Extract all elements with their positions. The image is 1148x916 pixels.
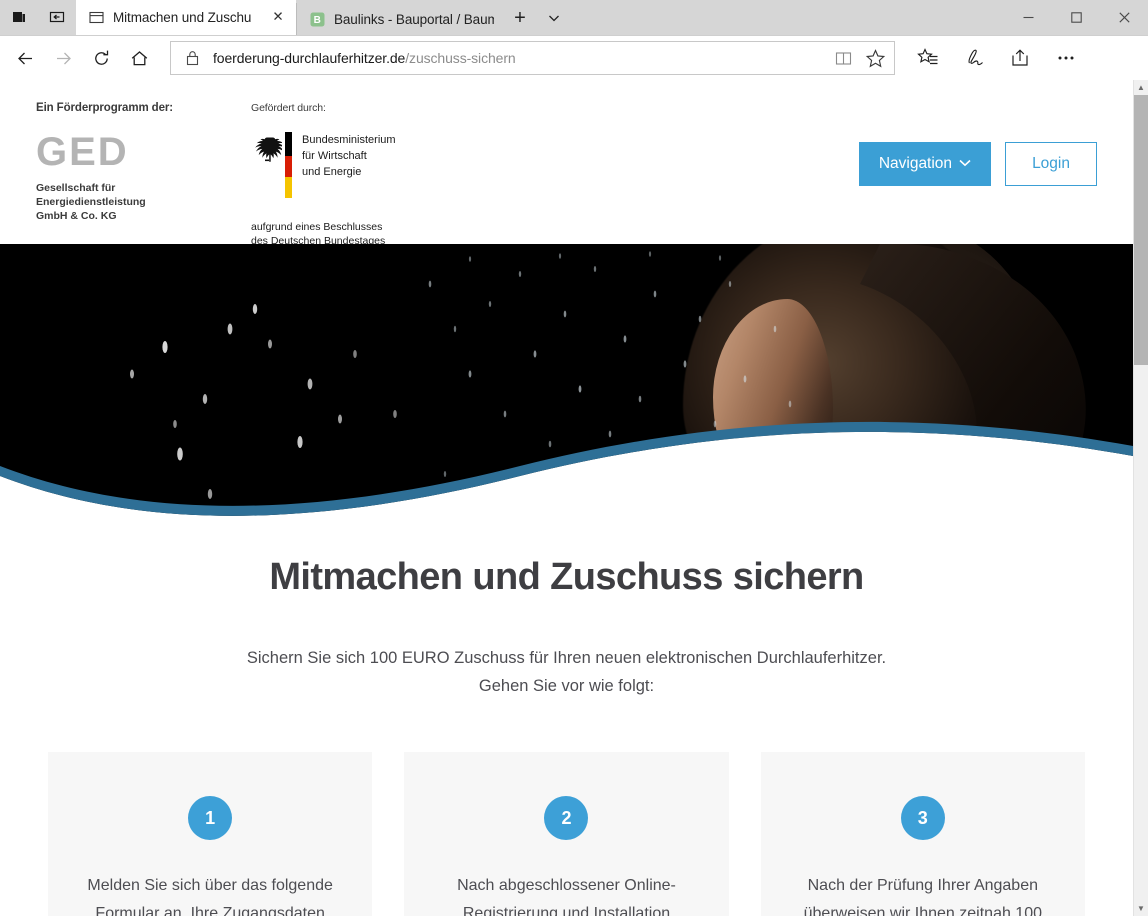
- steps-container: 1 Melden Sie sich über das folgende Form…: [0, 752, 1133, 916]
- favorites-hub-icon[interactable]: [905, 39, 951, 77]
- german-flag-bar-icon: [285, 132, 292, 199]
- ministry-name: Bundesministerium für Wirtschaft und Ene…: [302, 132, 396, 180]
- minimize-button[interactable]: [1004, 0, 1052, 35]
- step-number-badge: 3: [900, 796, 945, 841]
- home-button[interactable]: [120, 39, 158, 77]
- star-icon[interactable]: [864, 47, 886, 69]
- url-domain: foerderung-durchlauferhitzer.de: [213, 50, 406, 67]
- page-viewport: Ein Förderprogramm der: GED Gesellschaft…: [0, 80, 1148, 916]
- ged-logo[interactable]: GED: [36, 132, 251, 172]
- step-number-badge: 1: [188, 796, 233, 841]
- forward-button[interactable]: [44, 39, 82, 77]
- browser-tab-baulinks[interactable]: B Baulinks - Bauportal / Baum: [296, 3, 503, 35]
- funding-eyebrow: Gefördert durch:: [251, 102, 326, 115]
- bundesadler-icon: [251, 132, 283, 168]
- ministry-line: Bundesministerium: [302, 134, 396, 147]
- window-icon: [88, 9, 104, 25]
- brand-subtitle-line: Gesellschaft für: [36, 182, 116, 195]
- lede-line-1: Sichern Sie sich 100 EURO Zuschuss für I…: [246, 648, 887, 667]
- address-bar[interactable]: foerderung-durchlauferhitzer.de/zuschuss…: [170, 41, 895, 76]
- lock-icon: [181, 47, 203, 69]
- hero-banner: [0, 244, 1133, 535]
- web-page: Ein Förderprogramm der: GED Gesellschaft…: [0, 80, 1133, 916]
- new-tab-button[interactable]: +: [503, 1, 537, 35]
- bmwi-logo[interactable]: Bundesministerium für Wirtschaft und Ene…: [251, 132, 451, 199]
- site-header: Ein Förderprogramm der: GED Gesellschaft…: [0, 80, 1133, 247]
- scroll-down-arrow[interactable]: ▼: [1134, 901, 1148, 916]
- browser-window: Mitmachen und Zuschu ✕ B Baulinks - Baup…: [0, 0, 1148, 916]
- brand-subtitle-line: Energiedienstleistung: [36, 196, 146, 209]
- chevron-down-icon[interactable]: [537, 1, 571, 35]
- back-button[interactable]: [6, 39, 44, 77]
- step-text: Nach abgeschlossener Online-Registrierun…: [457, 877, 676, 916]
- browser-tab-active[interactable]: Mitmachen und Zuschu ✕: [76, 0, 296, 35]
- funding-column: Gefördert durch: Bundesministerium für W…: [251, 98, 451, 248]
- close-icon[interactable]: ✕: [269, 8, 287, 26]
- chevron-down-icon: [959, 159, 971, 170]
- step-card: 1 Melden Sie sich über das folgende Form…: [48, 752, 373, 916]
- ministry-line: und Energie: [302, 165, 362, 178]
- step-card: 2 Nach abgeschlossener Online-Registrier…: [404, 752, 729, 916]
- close-button[interactable]: [1100, 0, 1148, 35]
- page-lede: Sichern Sie sich 100 EURO Zuschuss für I…: [0, 645, 1133, 700]
- show-tabs-aside-icon[interactable]: [0, 0, 38, 35]
- step-text: Nach der Prüfung Ihrer Angaben überweise…: [803, 877, 1042, 916]
- web-note-pen-icon[interactable]: [951, 39, 997, 77]
- navigation-button[interactable]: Navigation: [858, 142, 992, 187]
- header-actions: Navigation Login: [858, 98, 1097, 187]
- tab-strip: Mitmachen und Zuschu ✕ B Baulinks - Baup…: [0, 0, 1148, 36]
- baulinks-b-icon: B: [309, 11, 325, 27]
- main-content: Mitmachen und Zuschuss sichern Sichern S…: [0, 534, 1133, 916]
- step-card: 3 Nach der Prüfung Ihrer Angaben überwei…: [760, 752, 1085, 916]
- book-icon[interactable]: [832, 47, 854, 69]
- step-number-badge: 2: [544, 796, 589, 841]
- navigation-button-label: Navigation: [878, 155, 953, 173]
- tab-title: Mitmachen und Zuschu: [113, 9, 252, 25]
- svg-text:B: B: [313, 15, 320, 26]
- tabs-set-aside-icon[interactable]: [38, 0, 76, 35]
- login-button[interactable]: Login: [1005, 142, 1097, 187]
- share-icon[interactable]: [997, 39, 1043, 77]
- page-title: Mitmachen und Zuschuss sichern: [269, 556, 864, 599]
- funding-footnote-line: aufgrund eines Beschlusses: [251, 221, 383, 234]
- brand-subtitle: Gesellschaft für Energiedienstleistung G…: [36, 182, 251, 224]
- refresh-button[interactable]: [82, 39, 120, 77]
- url-path: /zuschuss-sichern: [405, 50, 516, 67]
- tab-title: Baulinks - Bauportal / Baum: [334, 11, 494, 27]
- step-text: Melden Sie sich über das folgende Formul…: [87, 877, 333, 916]
- hero-wave-divider: [0, 422, 1133, 535]
- page-scrollbar[interactable]: ▲ ▼: [1133, 80, 1148, 916]
- scrollbar-thumb[interactable]: [1134, 95, 1148, 366]
- navigation-toolbar: foerderung-durchlauferhitzer.de/zuschuss…: [0, 36, 1148, 81]
- maximize-button[interactable]: [1052, 0, 1100, 35]
- ministry-line: für Wirtschaft: [302, 150, 367, 162]
- lede-line-2: Gehen Sie vor wie folgt:: [478, 676, 655, 695]
- brand-column: Ein Förderprogramm der: GED Gesellschaft…: [36, 98, 251, 224]
- more-settings-icon[interactable]: [1043, 39, 1089, 77]
- window-controls: [1004, 0, 1148, 35]
- brand-eyebrow: Ein Förderprogramm der:: [36, 102, 173, 115]
- scroll-up-arrow[interactable]: ▲: [1134, 80, 1148, 95]
- url-text[interactable]: foerderung-durchlauferhitzer.de/zuschuss…: [213, 50, 822, 66]
- brand-subtitle-line: GmbH & Co. KG: [36, 210, 117, 223]
